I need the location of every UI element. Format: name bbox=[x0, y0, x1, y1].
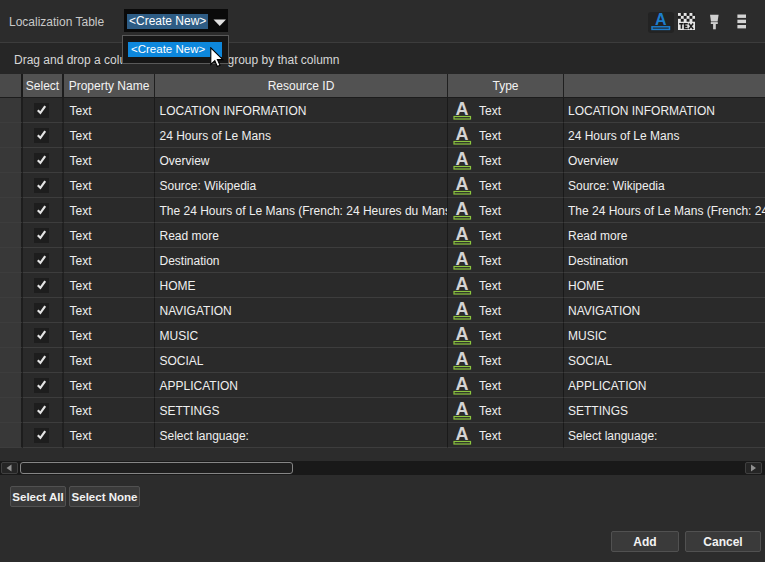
svg-text:A: A bbox=[655, 12, 667, 28]
